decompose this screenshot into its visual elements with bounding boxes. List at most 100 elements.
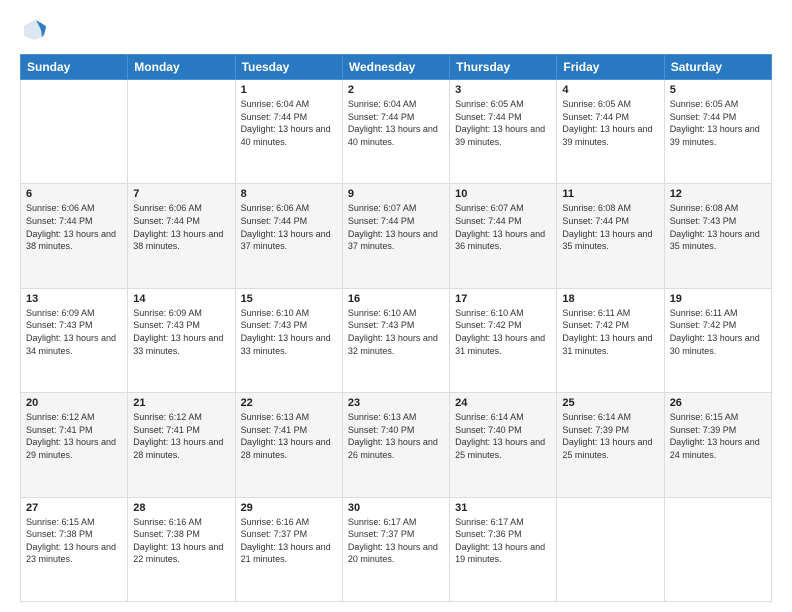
calendar-cell: 19 Sunrise: 6:11 AM Sunset: 7:42 PM Dayli… (664, 288, 771, 392)
day-info: Sunrise: 6:11 AM Sunset: 7:42 PM Dayligh… (670, 307, 766, 357)
day-info: Sunrise: 6:06 AM Sunset: 7:44 PM Dayligh… (133, 202, 229, 252)
day-number: 9 (348, 188, 444, 200)
day-number: 15 (241, 293, 337, 305)
weekday-header-thursday: Thursday (450, 55, 557, 80)
day-info: Sunrise: 6:14 AM Sunset: 7:40 PM Dayligh… (455, 411, 551, 461)
calendar-cell: 29Sunrise: 6:16 AM Sunset: 7:37 PM Dayli… (235, 497, 342, 601)
calendar-cell: 1Sunrise: 6:04 AM Sunset: 7:44 PM Daylig… (235, 80, 342, 184)
day-number: 3 (455, 84, 551, 96)
day-info: Sunrise: 6:06 AM Sunset: 7:44 PM Dayligh… (26, 202, 122, 252)
day-info: Sunrise: 6:09 AM Sunset: 7:43 PM Dayligh… (133, 307, 229, 357)
day-number: 1 (241, 84, 337, 96)
day-number: 10 (455, 188, 551, 200)
day-info: Sunrise: 6:08 AM Sunset: 7:43 PM Dayligh… (670, 202, 766, 252)
calendar-table: SundayMondayTuesdayWednesdayThursdayFrid… (20, 54, 772, 602)
calendar-cell: 16 Sunrise: 6:10 AM Sunset: 7:43 PM Dayli… (342, 288, 449, 392)
page: SundayMondayTuesdayWednesdayThursdayFrid… (0, 0, 792, 612)
day-number: 25 (562, 397, 658, 409)
day-info: Sunrise: 6:12 AM Sunset: 7:41 PM Dayligh… (133, 411, 229, 461)
weekday-header-monday: Monday (128, 55, 235, 80)
day-number: 12 (670, 188, 766, 200)
day-number: 27 (26, 502, 122, 514)
calendar-cell: 17 Sunrise: 6:10 AM Sunset: 7:42 PM Dayli… (450, 288, 557, 392)
day-info: Sunrise: 6:10 AM Sunset: 7:42 PM Dayligh… (455, 307, 551, 357)
calendar-cell: 12 Sunrise: 6:08 AM Sunset: 7:43 PM Dayli… (664, 184, 771, 288)
weekday-header-sunday: Sunday (21, 55, 128, 80)
calendar-cell: 24 Sunrise: 6:14 AM Sunset: 7:40 PM Dayli… (450, 393, 557, 497)
day-info: Sunrise: 6:17 AM Sunset: 7:36 PM Dayligh… (455, 516, 551, 566)
calendar-cell: 22 Sunrise: 6:13 AM Sunset: 7:41 PM Dayli… (235, 393, 342, 497)
day-info: Sunrise: 6:15 AM Sunset: 7:39 PM Dayligh… (670, 411, 766, 461)
day-number: 5 (670, 84, 766, 96)
day-number: 22 (241, 397, 337, 409)
calendar-week-5: 27 Sunrise: 6:15 AM Sunset: 7:38 PM Dayli… (21, 497, 772, 601)
day-info: Sunrise: 6:04 AM Sunset: 7:44 PM Dayligh… (348, 98, 444, 148)
header (20, 16, 772, 44)
weekday-header-friday: Friday (557, 55, 664, 80)
calendar-week-4: 20 Sunrise: 6:12 AM Sunset: 7:41 PM Dayli… (21, 393, 772, 497)
weekday-header-wednesday: Wednesday (342, 55, 449, 80)
calendar-cell: 23 Sunrise: 6:13 AM Sunset: 7:40 PM Dayli… (342, 393, 449, 497)
calendar-cell: 26Sunrise: 6:15 AM Sunset: 7:39 PM Dayli… (664, 393, 771, 497)
day-number: 30 (348, 502, 444, 514)
calendar-week-1: 1 Sunrise: 6:04 AM Sunset: 7:44 PM Daylig… (21, 80, 772, 184)
day-info: Sunrise: 6:16 AM Sunset: 7:38 PM Dayligh… (133, 516, 229, 566)
day-info: Sunrise: 6:10 AM Sunset: 7:43 PM Dayligh… (348, 307, 444, 357)
day-info: Sunrise: 6:13 AM Sunset: 7:40 PM Dayligh… (348, 411, 444, 461)
day-info: Sunrise: 6:13 AM Sunset: 7:41 PM Dayligh… (241, 411, 337, 461)
calendar-cell: 30 Sunrise: 6:17 AM Sunset: 7:37 PM Dayli… (342, 497, 449, 601)
calendar-cell: 20 Sunrise: 6:12 AM Sunset: 7:41 PM Dayli… (21, 393, 128, 497)
day-number: 7 (133, 188, 229, 200)
calendar-cell: 8Sunrise: 6:06 AM Sunset: 7:44 PM Daylig… (235, 184, 342, 288)
calendar-cell: 4 Sunrise: 6:05 AM Sunset: 7:44 PM Daylig… (557, 80, 664, 184)
calendar-cell: 28Sunrise: 6:16 AM Sunset: 7:38 PM Dayli… (128, 497, 235, 601)
calendar-cell: 13 Sunrise: 6:09 AM Sunset: 7:43 PM Dayli… (21, 288, 128, 392)
weekday-header-saturday: Saturday (664, 55, 771, 80)
day-number: 19 (670, 293, 766, 305)
day-info: Sunrise: 6:08 AM Sunset: 7:44 PM Dayligh… (562, 202, 658, 252)
calendar-cell: 14Sunrise: 6:09 AM Sunset: 7:43 PM Dayli… (128, 288, 235, 392)
day-number: 31 (455, 502, 551, 514)
logo (20, 16, 52, 44)
day-number: 17 (455, 293, 551, 305)
calendar-cell (21, 80, 128, 184)
day-number: 21 (133, 397, 229, 409)
day-info: Sunrise: 6:15 AM Sunset: 7:38 PM Dayligh… (26, 516, 122, 566)
calendar-cell (128, 80, 235, 184)
day-number: 11 (562, 188, 658, 200)
weekday-header-row: SundayMondayTuesdayWednesdayThursdayFrid… (21, 55, 772, 80)
day-number: 8 (241, 188, 337, 200)
calendar-cell (557, 497, 664, 601)
day-number: 4 (562, 84, 658, 96)
day-info: Sunrise: 6:10 AM Sunset: 7:43 PM Dayligh… (241, 307, 337, 357)
calendar-cell: 27 Sunrise: 6:15 AM Sunset: 7:38 PM Dayli… (21, 497, 128, 601)
day-number: 24 (455, 397, 551, 409)
calendar-cell: 21 Sunrise: 6:12 AM Sunset: 7:41 PM Dayli… (128, 393, 235, 497)
day-number: 23 (348, 397, 444, 409)
calendar-week-2: 6 Sunrise: 6:06 AM Sunset: 7:44 PM Daylig… (21, 184, 772, 288)
calendar-cell: 3Sunrise: 6:05 AM Sunset: 7:44 PM Daylig… (450, 80, 557, 184)
calendar-cell: 5Sunrise: 6:05 AM Sunset: 7:44 PM Daylig… (664, 80, 771, 184)
day-number: 20 (26, 397, 122, 409)
day-info: Sunrise: 6:09 AM Sunset: 7:43 PM Dayligh… (26, 307, 122, 357)
day-number: 16 (348, 293, 444, 305)
calendar-cell (664, 497, 771, 601)
day-info: Sunrise: 6:05 AM Sunset: 7:44 PM Dayligh… (562, 98, 658, 148)
day-info: Sunrise: 6:17 AM Sunset: 7:37 PM Dayligh… (348, 516, 444, 566)
day-number: 29 (241, 502, 337, 514)
day-info: Sunrise: 6:12 AM Sunset: 7:41 PM Dayligh… (26, 411, 122, 461)
day-info: Sunrise: 6:07 AM Sunset: 7:44 PM Dayligh… (348, 202, 444, 252)
calendar-cell: 2 Sunrise: 6:04 AM Sunset: 7:44 PM Daylig… (342, 80, 449, 184)
calendar-cell: 31 Sunrise: 6:17 AM Sunset: 7:36 PM Dayli… (450, 497, 557, 601)
day-number: 2 (348, 84, 444, 96)
logo-icon (20, 16, 48, 44)
weekday-header-tuesday: Tuesday (235, 55, 342, 80)
day-number: 6 (26, 188, 122, 200)
calendar-cell: 11 Sunrise: 6:08 AM Sunset: 7:44 PM Dayli… (557, 184, 664, 288)
day-number: 18 (562, 293, 658, 305)
day-number: 13 (26, 293, 122, 305)
day-info: Sunrise: 6:11 AM Sunset: 7:42 PM Dayligh… (562, 307, 658, 357)
calendar-cell: 18 Sunrise: 6:11 AM Sunset: 7:42 PM Dayli… (557, 288, 664, 392)
calendar-cell: 9 Sunrise: 6:07 AM Sunset: 7:44 PM Daylig… (342, 184, 449, 288)
calendar-week-3: 13 Sunrise: 6:09 AM Sunset: 7:43 PM Dayli… (21, 288, 772, 392)
